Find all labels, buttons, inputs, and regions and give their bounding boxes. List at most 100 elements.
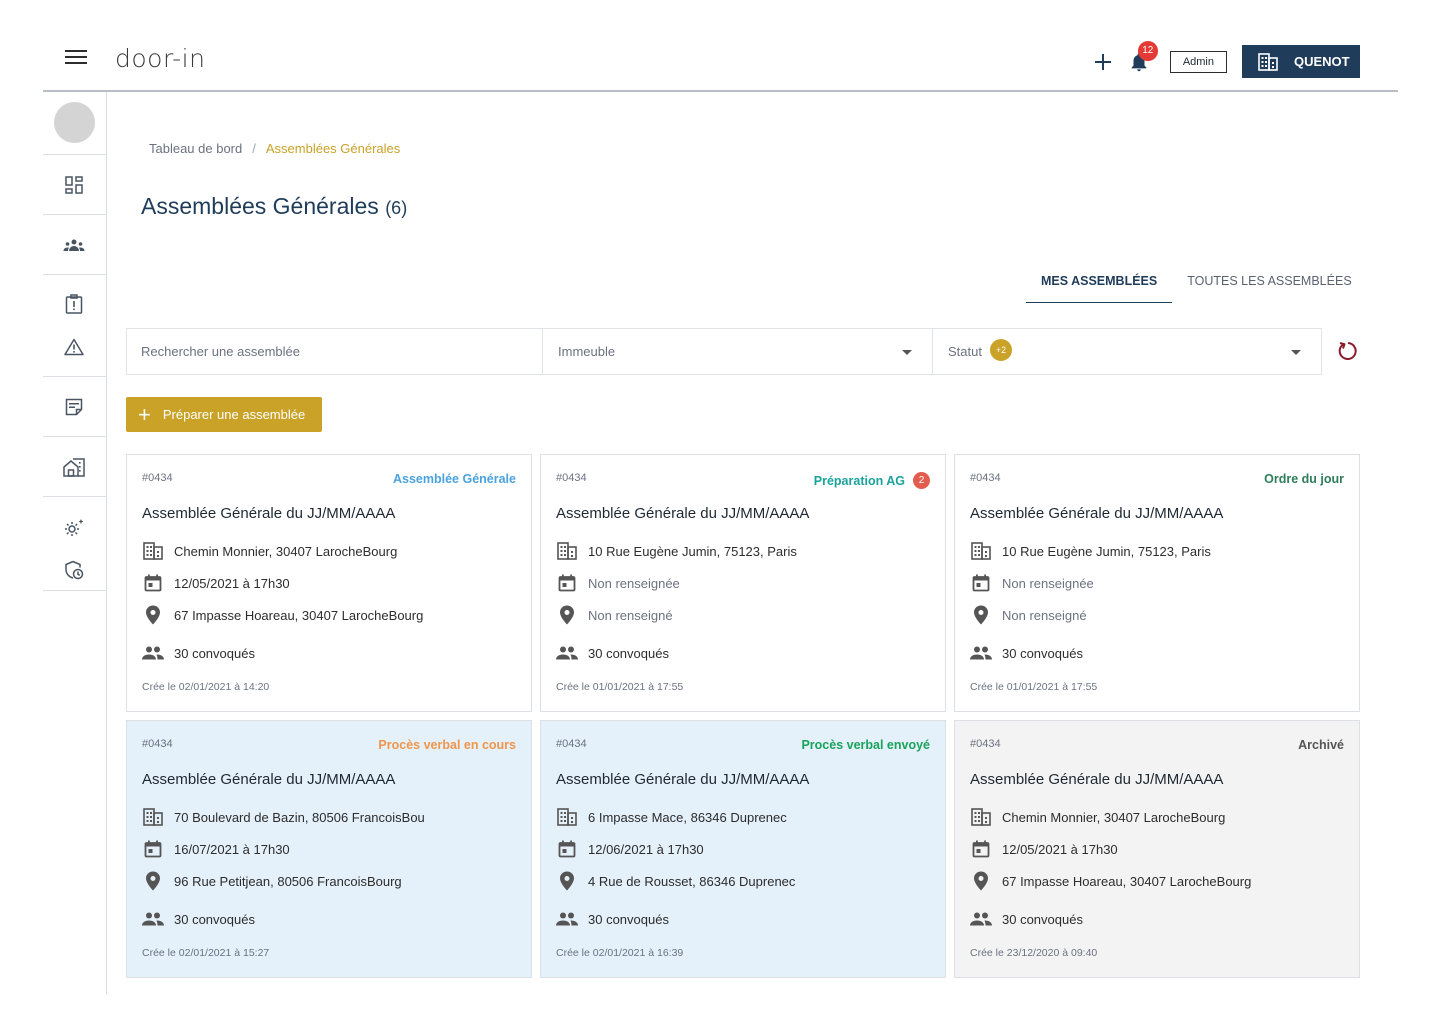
location-pin-icon — [142, 605, 164, 625]
building-icon — [1258, 52, 1278, 71]
card-created: Crée le 02/01/2021 à 14:20 — [142, 681, 270, 693]
card-status-label: Assemblée Générale — [393, 472, 516, 486]
status-select[interactable]: Statut +2 — [933, 329, 1321, 374]
card-id: #0434 — [970, 472, 1001, 484]
tab-mes-assemblees[interactable]: MES ASSEMBLÉES — [1026, 262, 1173, 303]
search-input[interactable] — [141, 344, 528, 359]
divider — [43, 214, 106, 215]
assembly-card[interactable]: #0434 Préparation AG 2 Assemblée Général… — [540, 454, 946, 712]
hamburger-menu-icon[interactable] — [65, 50, 87, 70]
card-status: Préparation AG 2 — [814, 472, 930, 489]
card-convoques-row: 30 convoqués — [142, 909, 522, 929]
calendar-icon — [970, 839, 992, 859]
card-place-row: 67 Impasse Hoareau, 30407 LarocheBourg — [970, 871, 1350, 891]
card-place-row: Non renseigné — [556, 605, 936, 625]
page-title-count: (6) — [385, 198, 408, 218]
settings-sparkle-icon[interactable] — [63, 517, 85, 539]
assembly-card[interactable]: #0434 Procès verbal envoyé Assemblée Gén… — [540, 720, 946, 978]
card-status: Archivé — [1298, 738, 1344, 752]
assembly-card[interactable]: #0434 Ordre du jour Assemblée Générale d… — [954, 454, 1360, 712]
building-icon — [142, 541, 164, 561]
card-status: Assemblée Générale — [393, 472, 516, 486]
card-status: Ordre du jour — [1264, 472, 1344, 486]
building-select-label: Immeuble — [558, 344, 616, 359]
prepare-assembly-label: Préparer une assemblée — [162, 407, 306, 422]
card-building-row: 70 Boulevard de Bazin, 80506 FrancoisBou… — [142, 807, 522, 827]
card-date: 12/06/2021 à 17h30 — [588, 841, 704, 857]
card-place: 67 Impasse Hoareau, 30407 LarocheBourg — [1002, 873, 1252, 889]
assembly-card[interactable]: #0434 Procès verbal en cours Assemblée G… — [126, 720, 532, 978]
card-status-label: Procès verbal en cours — [378, 738, 516, 752]
prepare-assembly-button[interactable]: + Préparer une assemblée — [126, 397, 322, 432]
card-date: 12/05/2021 à 17h30 — [1002, 841, 1118, 857]
group-icon[interactable] — [63, 234, 85, 256]
card-status-label: Ordre du jour — [1264, 472, 1344, 486]
card-date-row: 12/05/2021 à 17h30 — [142, 573, 522, 593]
tab-toutes-assemblees[interactable]: TOUTES LES ASSEMBLÉES — [1172, 262, 1366, 303]
add-icon[interactable] — [1094, 53, 1112, 71]
divider — [43, 590, 106, 591]
building-icon — [556, 807, 578, 827]
card-status-count-badge: 2 — [913, 472, 930, 489]
assembly-card[interactable]: #0434 Assemblée Générale Assemblée Génér… — [126, 454, 532, 712]
search-field — [127, 329, 543, 374]
home-building-icon[interactable] — [63, 456, 85, 478]
breadcrumb-separator: / — [252, 141, 256, 156]
avatar[interactable] — [54, 102, 95, 143]
page-title: Assemblées Générales (6) — [141, 193, 407, 220]
breadcrumb-root[interactable]: Tableau de bord — [149, 141, 242, 156]
card-id: #0434 — [970, 738, 1001, 750]
organization-button[interactable]: QUENOT — [1242, 45, 1360, 78]
card-created: Crée le 02/01/2021 à 16:39 — [556, 947, 684, 959]
dashboard-icon[interactable] — [63, 174, 85, 196]
card-status: Procès verbal envoyé — [801, 738, 930, 752]
card-building: 6 Impasse Mace, 86346 Duprenec — [588, 809, 787, 825]
card-id: #0434 — [142, 472, 173, 484]
card-date-row: 16/07/2021 à 17h30 — [142, 839, 522, 859]
building-select[interactable]: Immeuble — [543, 329, 933, 374]
notifications-bell-icon[interactable]: 12 — [1128, 40, 1158, 74]
logo[interactable]: door-in — [115, 44, 205, 73]
admin-button[interactable]: Admin — [1169, 50, 1227, 73]
breadcrumb-current: Assemblées Générales — [265, 141, 401, 156]
card-created: Crée le 02/01/2021 à 15:27 — [142, 947, 270, 959]
calendar-icon — [556, 573, 578, 593]
card-building: 70 Boulevard de Bazin, 80506 FrancoisBou… — [174, 809, 424, 825]
location-pin-icon — [970, 871, 992, 891]
location-pin-icon — [556, 605, 578, 625]
card-title: Assemblée Générale du JJ/MM/AAAA — [556, 505, 810, 522]
card-convoques-row: 30 convoqués — [556, 909, 936, 929]
calendar-icon — [142, 573, 164, 593]
card-title: Assemblée Générale du JJ/MM/AAAA — [970, 505, 1224, 522]
card-id: #0434 — [556, 472, 587, 484]
card-id: #0434 — [556, 738, 587, 750]
location-pin-icon — [142, 871, 164, 891]
card-convoques: 30 convoqués — [1002, 645, 1083, 661]
divider — [43, 496, 106, 497]
building-icon — [556, 541, 578, 561]
card-building: Chemin Monnier, 30407 LarocheBourg — [1002, 809, 1226, 825]
divider — [43, 376, 106, 377]
building-icon — [970, 807, 992, 827]
card-status-label: Archivé — [1298, 738, 1344, 752]
card-date-row: 12/05/2021 à 17h30 — [970, 839, 1350, 859]
divider — [43, 154, 106, 155]
calendar-icon — [142, 839, 164, 859]
note-icon[interactable] — [63, 396, 85, 418]
calendar-icon — [970, 573, 992, 593]
warning-icon[interactable] — [63, 336, 85, 358]
shield-clock-icon[interactable] — [63, 559, 85, 581]
page-title-text: Assemblées Générales — [141, 193, 379, 219]
card-convoques: 30 convoqués — [1002, 911, 1083, 927]
card-created: Crée le 01/01/2021 à 17:55 — [556, 681, 684, 693]
card-status-label: Procès verbal envoyé — [801, 738, 930, 752]
organization-label: QUENOT — [1294, 54, 1350, 69]
divider — [43, 436, 106, 437]
breadcrumb: Tableau de bord / Assemblées Générales — [149, 141, 400, 156]
location-pin-icon — [970, 605, 992, 625]
status-count-badge: +2 — [989, 338, 1012, 361]
refresh-icon[interactable] — [1337, 340, 1359, 362]
people-icon — [142, 909, 164, 929]
assembly-card[interactable]: #0434 Archivé Assemblée Générale du JJ/M… — [954, 720, 1360, 978]
clipboard-alert-icon[interactable] — [63, 293, 85, 315]
